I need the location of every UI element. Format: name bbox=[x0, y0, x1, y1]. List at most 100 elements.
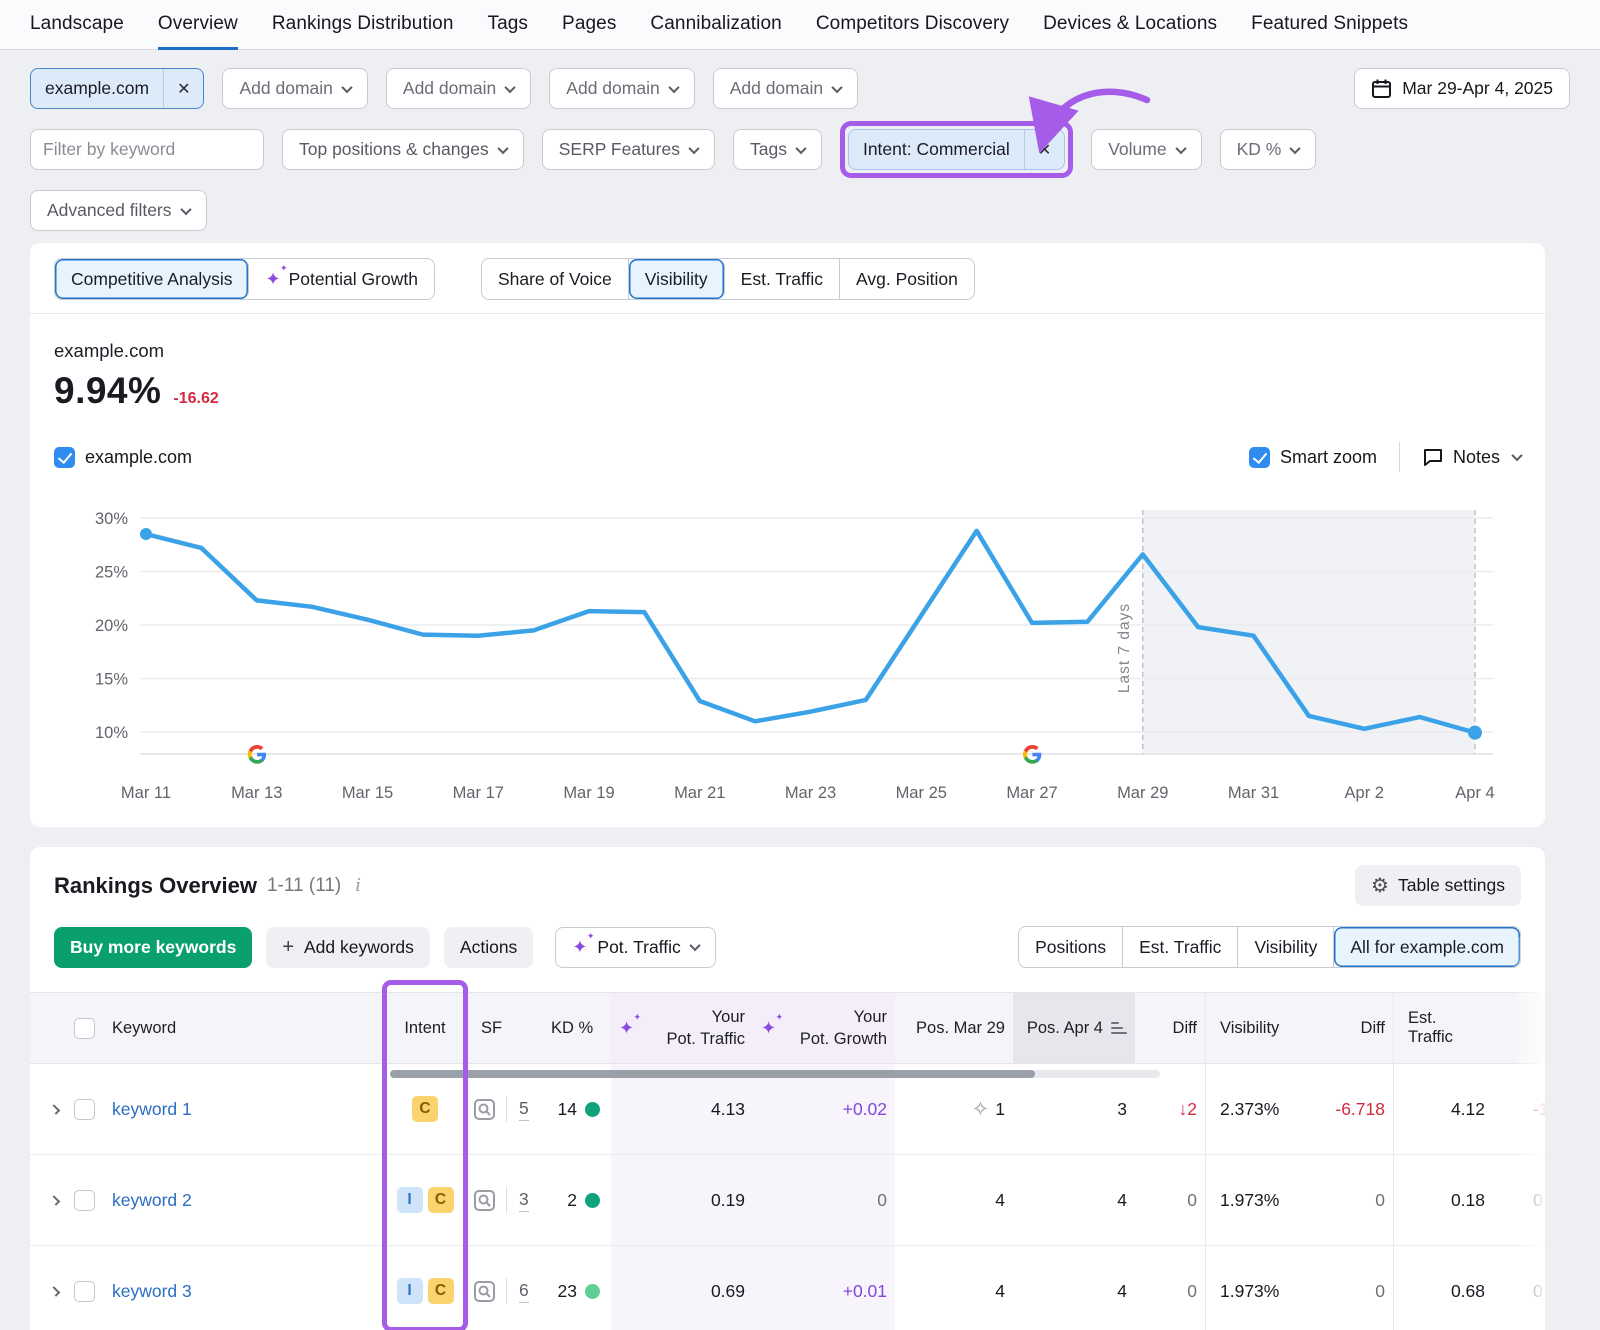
col-diff3[interactable]: Diff bbox=[1493, 993, 1545, 1063]
table-settings-button[interactable]: ⚙ Table settings bbox=[1355, 865, 1521, 906]
smart-zoom-checkbox[interactable] bbox=[1249, 447, 1270, 468]
calendar-icon bbox=[1371, 78, 1392, 99]
view-tab-est-traffic[interactable]: Est. Traffic bbox=[1123, 927, 1238, 967]
col-sf[interactable]: SF bbox=[465, 993, 543, 1063]
serp-preview-icon[interactable] bbox=[473, 1098, 496, 1121]
metric-tab-share-of-voice[interactable]: Share of Voice bbox=[482, 259, 629, 299]
chevron-down-icon bbox=[341, 81, 352, 92]
add-domain-button-2[interactable]: Add domain bbox=[386, 68, 531, 109]
svg-text:Apr 4: Apr 4 bbox=[1455, 784, 1494, 802]
nav-tab-landscape[interactable]: Landscape bbox=[30, 0, 124, 50]
pot-traffic-cell: 0.69 bbox=[611, 1246, 753, 1330]
nav-tab-devices-locations[interactable]: Devices & Locations bbox=[1043, 0, 1217, 50]
keyword-link[interactable]: keyword 1 bbox=[112, 1099, 192, 1120]
metric-tab-avg-position-label: Avg. Position bbox=[856, 269, 958, 290]
col-pot-traffic[interactable]: ✦YourPot. Traffic bbox=[611, 993, 753, 1063]
expand-row-icon[interactable] bbox=[50, 1195, 61, 1206]
svg-text:Last 7 days: Last 7 days bbox=[1116, 603, 1133, 693]
volume-filter[interactable]: Volume bbox=[1091, 129, 1201, 170]
metric-tab-est-traffic[interactable]: Est. Traffic bbox=[725, 259, 840, 299]
metric-tab-visibility[interactable]: Visibility bbox=[629, 259, 725, 299]
row-checkbox[interactable] bbox=[74, 1190, 95, 1211]
intent-filter-chip[interactable]: Intent: Commercial ✕ bbox=[848, 129, 1065, 170]
add-domain-button-3[interactable]: Add domain bbox=[549, 68, 694, 109]
view-tab-visibility[interactable]: Visibility bbox=[1238, 927, 1334, 967]
col-pot-growth[interactable]: ✦YourPot. Growth bbox=[753, 993, 895, 1063]
col-pos-end-sorted[interactable]: Pos. Apr 4 bbox=[1013, 993, 1135, 1063]
top-positions-filter[interactable]: Top positions & changes bbox=[282, 129, 524, 170]
nav-tab-cannibalization[interactable]: Cannibalization bbox=[650, 0, 781, 50]
close-icon[interactable]: ✕ bbox=[163, 69, 203, 108]
intent-badge-c[interactable]: C bbox=[428, 1187, 454, 1213]
keyword-filter-input[interactable] bbox=[31, 130, 264, 169]
actions-button[interactable]: Actions bbox=[444, 927, 533, 968]
sf-count-link[interactable]: 6 bbox=[519, 1280, 529, 1303]
nav-tab-overview[interactable]: Overview bbox=[158, 0, 238, 50]
nav-tab-pages[interactable]: Pages bbox=[562, 0, 616, 50]
filter-bar: example.com ✕ Add domain Add domain Add do… bbox=[0, 50, 1600, 231]
buy-more-keywords-button[interactable]: Buy more keywords bbox=[54, 927, 252, 968]
nav-tab-rankings-distribution[interactable]: Rankings Distribution bbox=[272, 0, 454, 50]
nav-tab-featured-snippets[interactable]: Featured Snippets bbox=[1251, 0, 1408, 50]
serp-preview-icon[interactable] bbox=[473, 1189, 496, 1212]
tags-filter[interactable]: Tags bbox=[733, 129, 822, 170]
nav-tab-competitors-discovery[interactable]: Competitors Discovery bbox=[816, 0, 1009, 50]
mode-tab-competitive-analysis[interactable]: Competitive Analysis bbox=[55, 259, 249, 299]
col-pos-start[interactable]: Pos. Mar 29 bbox=[895, 993, 1013, 1063]
kd-filter[interactable]: KD % bbox=[1220, 129, 1317, 170]
nav-tab-tags[interactable]: Tags bbox=[488, 0, 529, 50]
domain-chip[interactable]: example.com ✕ bbox=[30, 68, 204, 109]
expand-row-icon[interactable] bbox=[50, 1286, 61, 1297]
sparkle-icon: ✦ bbox=[265, 270, 280, 288]
col-diff[interactable]: Diff bbox=[1135, 993, 1205, 1063]
intent-badge-i[interactable]: I bbox=[397, 1278, 423, 1304]
tags-label: Tags bbox=[750, 139, 787, 160]
sf-cell: 3 bbox=[465, 1155, 543, 1245]
notes-icon bbox=[1422, 446, 1444, 468]
view-tab-positions[interactable]: Positions bbox=[1019, 927, 1123, 967]
sparkle-icon: ✦ bbox=[619, 1019, 634, 1037]
metric-tab-avg-position[interactable]: Avg. Position bbox=[840, 259, 974, 299]
intent-badge-i[interactable]: I bbox=[397, 1187, 423, 1213]
col-visibility[interactable]: Visibility bbox=[1205, 993, 1323, 1063]
keyword-filter-input-wrap bbox=[30, 129, 264, 170]
serp-preview-icon[interactable] bbox=[473, 1280, 496, 1303]
intent-badge-c[interactable]: C bbox=[428, 1278, 454, 1304]
view-tab-all-for-example-com[interactable]: All for example.com bbox=[1334, 927, 1520, 967]
legend-checkbox[interactable] bbox=[54, 447, 75, 468]
sf-count-link[interactable]: 3 bbox=[519, 1189, 529, 1212]
col-kd[interactable]: KD % bbox=[543, 993, 611, 1063]
rankings-overview-card: Rankings Overview 1-11 (11) i ⚙ Table se… bbox=[30, 847, 1545, 1330]
keyword-link[interactable]: keyword 3 bbox=[112, 1281, 192, 1302]
mode-tab-potential-growth[interactable]: ✦Potential Growth bbox=[249, 259, 433, 299]
add-keywords-button[interactable]: + Add keywords bbox=[266, 927, 430, 968]
intent-cell: IC bbox=[385, 1246, 465, 1330]
col-est-traffic[interactable]: Est. Traffic bbox=[1393, 993, 1493, 1063]
notes-button[interactable]: Notes bbox=[1422, 446, 1521, 468]
sf-count-link[interactable]: 5 bbox=[519, 1098, 529, 1121]
col-keyword[interactable]: Keyword bbox=[106, 993, 385, 1063]
serp-features-filter[interactable]: SERP Features bbox=[542, 129, 715, 170]
expand-row-icon[interactable] bbox=[50, 1104, 61, 1115]
info-icon[interactable]: i bbox=[355, 875, 361, 896]
row-checkbox[interactable] bbox=[74, 1099, 95, 1120]
row-checkbox[interactable] bbox=[74, 1281, 95, 1302]
intent-badge-c[interactable]: C bbox=[412, 1096, 438, 1122]
pot-traffic-dropdown[interactable]: ✦ Pot. Traffic bbox=[555, 927, 715, 968]
keyword-link[interactable]: keyword 2 bbox=[112, 1190, 192, 1211]
scrollbar-thumb[interactable] bbox=[390, 1070, 1035, 1078]
pot-growth-cell: 0 bbox=[753, 1155, 895, 1245]
date-range-button[interactable]: Mar 29-Apr 4, 2025 bbox=[1354, 68, 1570, 109]
select-all-checkbox[interactable] bbox=[74, 1018, 95, 1039]
col-intent[interactable]: Intent bbox=[385, 993, 465, 1063]
col-diff2[interactable]: Diff bbox=[1323, 993, 1393, 1063]
kd-label: KD % bbox=[1237, 139, 1282, 160]
close-icon[interactable]: ✕ bbox=[1024, 130, 1064, 169]
serp-feature-diamond-icon[interactable]: ✧ bbox=[972, 1097, 990, 1122]
add-domain-button-4[interactable]: Add domain bbox=[713, 68, 858, 109]
visibility-line-chart[interactable]: 30%25%20%15%10%Last 7 daysMar 11Mar 13Ma… bbox=[30, 472, 1545, 821]
header-expander bbox=[30, 993, 66, 1063]
advanced-filters-button[interactable]: Advanced filters bbox=[30, 190, 207, 231]
horizontal-scrollbar[interactable] bbox=[390, 1070, 1160, 1078]
add-domain-button-1[interactable]: Add domain bbox=[222, 68, 367, 109]
